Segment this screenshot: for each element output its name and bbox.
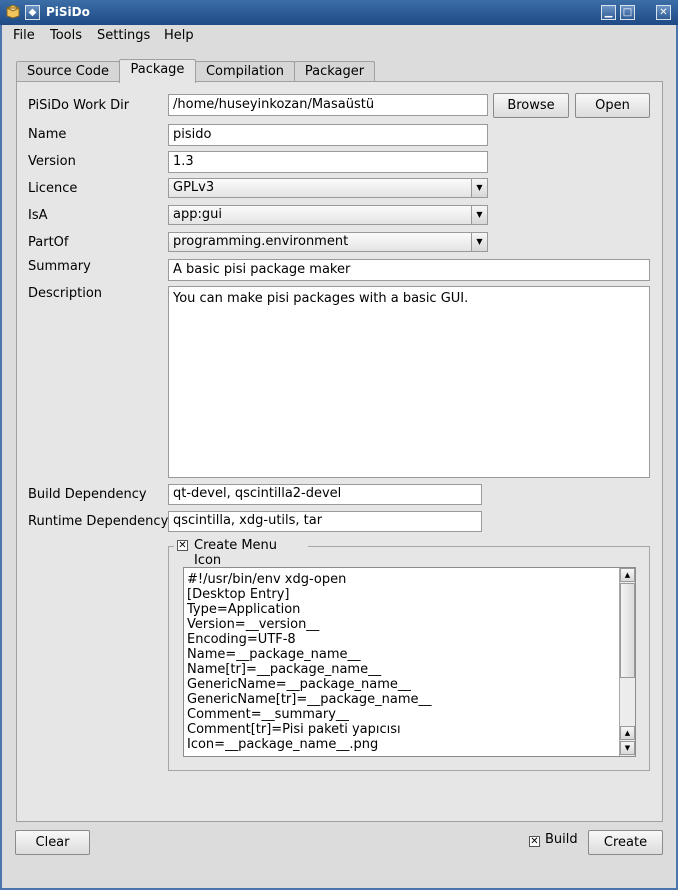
partof-select[interactable]: programming.environment ▼: [168, 232, 488, 252]
window-menu-icon[interactable]: ◆: [25, 5, 40, 20]
close-button[interactable]: ✕: [656, 5, 671, 20]
editor-line: Comment=__summary__: [187, 707, 349, 722]
scroll-up-icon[interactable]: ▲: [620, 568, 635, 582]
minimize-button[interactable]: ▁: [601, 5, 616, 20]
menubar: File Tools Settings Help: [2, 25, 676, 47]
open-button[interactable]: Open: [575, 93, 650, 118]
editor-scrollbar[interactable]: ▲ ▲ ▼: [619, 568, 635, 756]
create-menu-icon-checkbox[interactable]: ✕: [177, 540, 188, 551]
clear-button[interactable]: Clear: [15, 830, 90, 855]
name-input[interactable]: pisido: [168, 124, 488, 146]
licence-label: Licence: [28, 181, 78, 196]
tab-package[interactable]: Package: [119, 59, 196, 83]
build-checkbox[interactable]: ✕: [529, 836, 540, 847]
build-dependency-label: Build Dependency: [28, 487, 147, 502]
partof-label: PartOf: [28, 235, 69, 250]
editor-line: [Desktop Entry]: [187, 587, 290, 602]
chevron-down-icon[interactable]: ▼: [471, 179, 487, 197]
description-textarea[interactable]: You can make pisi packages with a basic …: [168, 286, 650, 478]
summary-label: Summary: [28, 259, 91, 274]
isa-select[interactable]: app:gui ▼: [168, 205, 488, 225]
desktop-file-editor[interactable]: #!/usr/bin/env xdg-open [Desktop Entry] …: [183, 567, 636, 757]
maximize-button[interactable]: □: [620, 5, 635, 20]
version-label: Version: [28, 154, 76, 169]
browse-button[interactable]: Browse: [493, 93, 569, 118]
groupbox-title: ✕ Create Menu Icon: [174, 538, 308, 568]
editor-line: #!/usr/bin/env xdg-open: [187, 572, 347, 587]
editor-line: GenericName[tr]=__package_name__: [187, 692, 432, 707]
editor-line: Version=__version__: [187, 617, 320, 632]
chevron-down-icon[interactable]: ▼: [471, 233, 487, 251]
create-button[interactable]: Create: [588, 830, 663, 855]
editor-line: Type=Application: [187, 602, 301, 617]
name-label: Name: [28, 127, 67, 142]
tab-source-code[interactable]: Source Code: [16, 61, 120, 82]
editor-line: Name=__package_name__: [187, 647, 361, 662]
summary-input[interactable]: A basic pisi package maker: [168, 259, 650, 281]
title-bar: ◆ PiSiDo ▁ □ ✕: [0, 0, 678, 25]
scrollbar-thumb[interactable]: [620, 583, 635, 678]
build-label[interactable]: Build: [545, 832, 578, 847]
menu-help[interactable]: Help: [164, 28, 194, 43]
menu-settings[interactable]: Settings: [97, 28, 150, 43]
description-label: Description: [28, 286, 103, 301]
runtime-dependency-input[interactable]: qscintilla, xdg-utils, tar: [168, 511, 482, 532]
menu-file[interactable]: File: [13, 28, 35, 43]
tab-compilation[interactable]: Compilation: [195, 61, 295, 82]
create-menu-icon-label: Create Menu Icon: [194, 538, 278, 568]
editor-line: Encoding=UTF-8: [187, 632, 296, 647]
editor-line: Comment[tr]=Pisi paketi yapıcısı: [187, 722, 401, 737]
workdir-input[interactable]: /home/huseyinkozan/Masaüstü: [168, 94, 488, 116]
clear-label: Clear: [35, 835, 70, 850]
editor-line: Name[tr]=__package_name__: [187, 662, 382, 677]
workdir-label: PiSiDo Work Dir: [28, 98, 130, 113]
licence-select[interactable]: GPLv3 ▼: [168, 178, 488, 198]
tab-packager[interactable]: Packager: [294, 61, 375, 82]
licence-value: GPLv3: [173, 180, 215, 195]
window-title: PiSiDo: [46, 5, 90, 19]
editor-line: GenericName=__package_name__: [187, 677, 411, 692]
runtime-dependency-label: Runtime Dependency: [28, 514, 169, 529]
scroll-down-icon[interactable]: ▼: [620, 741, 635, 755]
menu-tools[interactable]: Tools: [50, 28, 82, 43]
chevron-down-icon[interactable]: ▼: [471, 206, 487, 224]
app-icon: [6, 4, 20, 19]
isa-label: IsA: [28, 208, 48, 223]
isa-value: app:gui: [173, 207, 222, 222]
partof-value: programming.environment: [173, 234, 349, 249]
editor-line: Icon=__package_name__.png: [187, 737, 379, 752]
scroll-up-icon[interactable]: ▲: [620, 726, 635, 740]
build-dependency-input[interactable]: qt-devel, qscintilla2-devel: [168, 484, 482, 505]
version-input[interactable]: 1.3: [168, 151, 488, 173]
